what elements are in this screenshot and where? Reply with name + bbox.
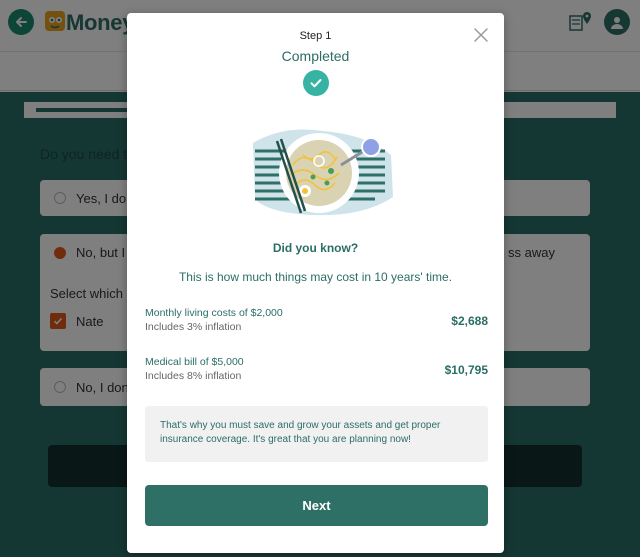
- cost-title: Monthly living costs of $2,000: [145, 307, 283, 319]
- completed-check-badge: [303, 70, 329, 96]
- cost-value: $10,795: [444, 363, 488, 377]
- cost-subtitle: Includes 8% inflation: [145, 370, 242, 382]
- intro-text: This is how much things may cost in 10 y…: [178, 270, 453, 284]
- noodle-bowl-illustration: [253, 129, 393, 216]
- cost-row: Monthly living costs of $2,000 Includes …: [145, 307, 488, 339]
- cost-subtitle: Includes 3% inflation: [145, 321, 242, 333]
- next-button[interactable]: Next: [145, 485, 488, 526]
- advice-note: That's why you must save and grow your a…: [145, 406, 488, 462]
- checkmark-icon: [310, 79, 322, 88]
- did-you-know-dialog: Step 1 Completed Did you know? This is h…: [127, 13, 504, 553]
- cost-value: $2,688: [451, 314, 488, 328]
- step-label: Step 1: [299, 30, 332, 42]
- status-label: Completed: [281, 48, 350, 64]
- cost-row: Medical bill of $5,000 Includes 8% infla…: [145, 356, 488, 388]
- did-you-know-heading: Did you know?: [272, 241, 359, 255]
- cost-title: Medical bill of $5,000: [145, 356, 244, 368]
